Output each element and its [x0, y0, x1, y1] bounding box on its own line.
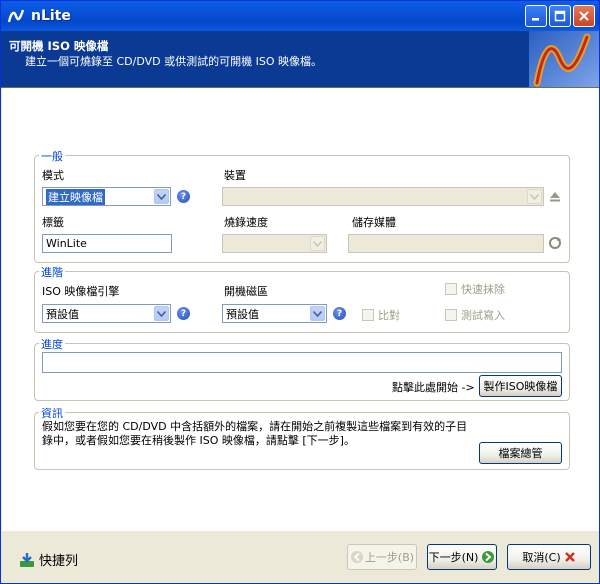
quicklink[interactable]: 快捷列 — [19, 550, 78, 569]
boot-sector-value: 預設值 — [226, 307, 259, 321]
quicklink-icon — [20, 552, 34, 567]
engine-dropdown-arrow[interactable] — [154, 306, 169, 321]
quicklink-label: 快捷列 — [39, 554, 79, 569]
back-button-label: 上一步(B) — [364, 551, 415, 564]
mode-label: 模式 — [42, 169, 64, 182]
eject-icon[interactable] — [548, 189, 562, 203]
cancel-button[interactable]: 取消(C) — [507, 544, 591, 570]
next-button-label: 下一步(N) — [428, 551, 479, 564]
chevron-down-icon — [530, 193, 539, 200]
refresh-icon[interactable] — [548, 236, 562, 250]
close-button[interactable] — [573, 5, 595, 27]
quick-erase-label: 快速抹除 — [461, 283, 505, 296]
compare-checkbox[interactable]: 比對 — [362, 307, 400, 323]
quick-erase-checkbox[interactable]: 快速抹除 — [445, 281, 505, 297]
media-label: 儲存媒體 — [352, 216, 396, 229]
page-subtitle: 建立一個可燒錄至 CD/DVD 或供測試的可開機 ISO 映像檔。 — [25, 55, 322, 68]
boot-sector-help-icon[interactable]: ? — [333, 307, 346, 320]
test-write-label: 測試寫入 — [461, 309, 505, 322]
compare-checkbox-box[interactable] — [362, 309, 374, 321]
make-iso-button[interactable]: 製作ISO映像檔 — [479, 375, 562, 397]
mode-select[interactable]: 建立映像檔 — [42, 187, 171, 206]
device-label: 裝置 — [224, 169, 246, 182]
info-text: 假如您要在您的 CD/DVD 中含括額外的檔案，請在開始之前複製這些檔案到有效的… — [42, 420, 468, 447]
boot-sector-select[interactable]: 預設值 — [222, 304, 327, 323]
maximize-button[interactable] — [549, 5, 571, 27]
chevron-down-icon — [313, 240, 322, 247]
test-write-checkbox-box[interactable] — [445, 309, 457, 321]
general-legend: 一般 — [39, 148, 65, 164]
device-dropdown-arrow[interactable] — [527, 189, 542, 204]
boot-sector-dropdown-arrow[interactable] — [310, 306, 325, 321]
content-panel: 一般 模式 建立映像檔 ? 裝置 標籤 WinLite 燒錄速度 儲存媒體 進階… — [2, 88, 599, 530]
progress-bar — [42, 352, 562, 373]
nlite-brand-logo — [529, 31, 599, 87]
volume-label-input[interactable]: WinLite — [42, 234, 172, 253]
info-legend: 資訊 — [39, 405, 65, 421]
burn-speed-label: 燒錄速度 — [224, 216, 268, 229]
mode-help-icon[interactable]: ? — [177, 190, 190, 203]
device-select[interactable] — [222, 187, 544, 206]
next-arrow-icon — [482, 551, 495, 563]
engine-value: 預設值 — [46, 307, 79, 321]
next-button[interactable]: 下一步(N) — [427, 544, 497, 570]
start-hint: 點擊此處開始 -> — [392, 381, 475, 394]
cancel-x-icon — [564, 552, 575, 562]
window-title: nLite — [31, 8, 71, 24]
mode-dropdown-arrow[interactable] — [154, 189, 169, 204]
test-write-checkbox[interactable]: 測試寫入 — [445, 307, 505, 323]
page-title: 可開機 ISO 映像檔 — [9, 39, 109, 53]
boot-sector-label: 開機磁區 — [224, 285, 268, 298]
chevron-down-icon — [157, 310, 166, 317]
back-arrow-icon — [350, 551, 363, 563]
maximize-icon — [554, 10, 566, 22]
file-manager-button[interactable]: 檔案總管 — [479, 442, 562, 464]
chevron-down-icon — [157, 193, 166, 200]
back-button[interactable]: 上一步(B) — [347, 544, 417, 570]
minimize-icon — [532, 18, 539, 21]
quick-erase-checkbox-box[interactable] — [445, 283, 457, 295]
compare-label: 比對 — [378, 309, 400, 322]
minimize-button[interactable] — [525, 5, 547, 27]
nlite-window: nLite 可開機 ISO 映像檔 建立一個可燒錄至 CD/DVD 或供測試的可… — [0, 0, 600, 584]
burn-speed-select[interactable] — [222, 234, 327, 253]
header-banner: 可開機 ISO 映像檔 建立一個可燒錄至 CD/DVD 或供測試的可開機 ISO… — [1, 31, 599, 87]
advanced-legend: 進階 — [39, 264, 65, 280]
engine-label: ISO 映像檔引擎 — [42, 285, 120, 298]
close-icon — [579, 11, 589, 21]
media-field[interactable] — [348, 234, 544, 253]
mode-value: 建立映像檔 — [46, 188, 105, 205]
engine-select[interactable]: 預設值 — [42, 304, 171, 323]
cancel-button-label: 取消(C) — [522, 551, 561, 564]
label-label: 標籤 — [42, 216, 64, 229]
burn-speed-dropdown-arrow[interactable] — [310, 236, 325, 251]
progress-legend: 進度 — [39, 336, 65, 352]
footer-divider — [1, 530, 599, 531]
nlite-logo-icon — [7, 9, 25, 23]
chevron-down-icon — [313, 310, 322, 317]
engine-help-icon[interactable]: ? — [177, 307, 190, 320]
title-bar[interactable]: nLite — [1, 1, 599, 31]
